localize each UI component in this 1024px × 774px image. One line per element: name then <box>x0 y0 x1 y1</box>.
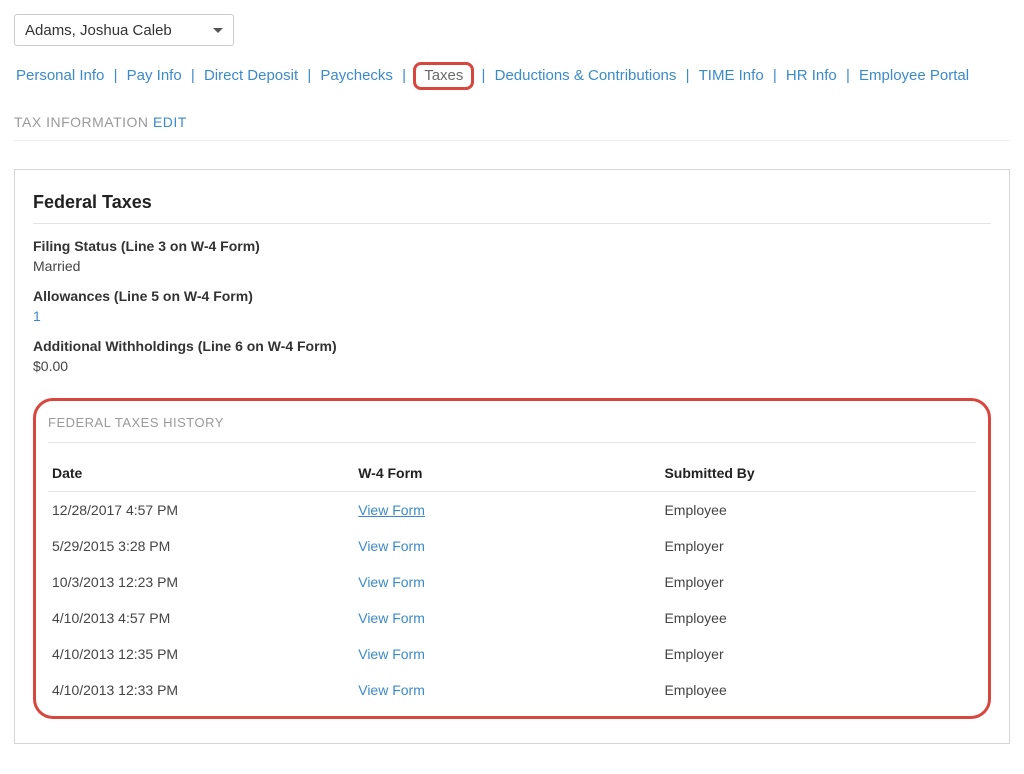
additional-withholdings-value: $0.00 <box>33 358 991 374</box>
table-row: 12/28/2017 4:57 PMView Form Employee <box>48 492 976 529</box>
tab-taxes[interactable]: Taxes <box>422 67 465 84</box>
section-title: TAX INFORMATION <box>14 114 149 130</box>
history-date: 5/29/2015 3:28 PM <box>48 528 354 564</box>
tab-employee-portal[interactable]: Employee Portal <box>857 67 971 84</box>
nav-separator: | <box>770 67 780 84</box>
allowances-block: Allowances (Line 5 on W-4 Form) 1 <box>33 288 991 324</box>
tab-deductions[interactable]: Deductions & Contributions <box>493 67 679 84</box>
tab-hr-info[interactable]: HR Info <box>784 67 839 84</box>
tab-time-info[interactable]: TIME Info <box>697 67 766 84</box>
history-date: 4/10/2013 12:33 PM <box>48 672 354 708</box>
tab-paychecks[interactable]: Paychecks <box>318 67 395 84</box>
filing-status-value: Married <box>33 258 991 274</box>
nav-separator: | <box>683 67 693 84</box>
table-row: 4/10/2013 12:33 PMView Form Employee <box>48 672 976 708</box>
history-date: 4/10/2013 4:57 PM <box>48 600 354 636</box>
history-col-date: Date <box>48 457 354 492</box>
view-form-link[interactable]: View Form <box>358 538 425 554</box>
view-form-link[interactable]: View Form <box>358 682 425 698</box>
history-col-form: W-4 Form <box>354 457 660 492</box>
section-header: TAX INFORMATION EDIT <box>14 114 1010 141</box>
panel-title: Federal Taxes <box>33 192 991 224</box>
history-title: FEDERAL TAXES HISTORY <box>48 415 976 443</box>
edit-link[interactable]: EDIT <box>153 114 187 130</box>
table-row: 4/10/2013 4:57 PMView Form Employee <box>48 600 976 636</box>
history-form-cell: View Form <box>354 528 660 564</box>
history-form-cell: View Form <box>354 600 660 636</box>
tab-taxes-highlight: Taxes <box>413 62 474 90</box>
history-form-cell: View Form <box>354 564 660 600</box>
history-submitted-by: Employee <box>660 600 976 636</box>
nav-separator: | <box>843 67 853 84</box>
employee-select-value: Adams, Joshua Caleb <box>25 22 172 39</box>
history-highlight: FEDERAL TAXES HISTORY Date W-4 Form Subm… <box>33 398 991 719</box>
nav-separator: | <box>111 67 121 84</box>
history-submitted-by: Employee <box>660 492 976 529</box>
history-form-cell: View Form <box>354 492 660 529</box>
history-form-cell: View Form <box>354 672 660 708</box>
allowances-value: 1 <box>33 308 991 324</box>
nav-separator: | <box>304 67 314 84</box>
filing-status-label: Filing Status (Line 3 on W-4 Form) <box>33 238 991 254</box>
allowances-label: Allowances (Line 5 on W-4 Form) <box>33 288 991 304</box>
filing-status-block: Filing Status (Line 3 on W-4 Form) Marri… <box>33 238 991 274</box>
employee-select[interactable]: Adams, Joshua Caleb <box>14 14 234 46</box>
view-form-link[interactable]: View Form <box>358 646 425 662</box>
table-row: 10/3/2013 12:23 PMView Form Employer <box>48 564 976 600</box>
history-form-cell: View Form <box>354 636 660 672</box>
additional-withholdings-block: Additional Withholdings (Line 6 on W-4 F… <box>33 338 991 374</box>
history-submitted-by: Employer <box>660 528 976 564</box>
table-row: 4/10/2013 12:35 PMView Form Employer <box>48 636 976 672</box>
history-submitted-by: Employee <box>660 672 976 708</box>
tab-nav: Personal Info | Pay Info | Direct Deposi… <box>14 62 1010 90</box>
history-date: 12/28/2017 4:57 PM <box>48 492 354 529</box>
history-date: 4/10/2013 12:35 PM <box>48 636 354 672</box>
nav-separator: | <box>479 67 489 84</box>
tab-direct-deposit[interactable]: Direct Deposit <box>202 67 300 84</box>
view-form-link[interactable]: View Form <box>358 574 425 590</box>
history-submitted-by: Employer <box>660 636 976 672</box>
federal-taxes-panel: Federal Taxes Filing Status (Line 3 on W… <box>14 169 1010 744</box>
nav-separator: | <box>188 67 198 84</box>
table-row: 5/29/2015 3:28 PMView Form Employer <box>48 528 976 564</box>
history-submitted-by: Employer <box>660 564 976 600</box>
view-form-link[interactable]: View Form <box>358 502 425 518</box>
tab-pay-info[interactable]: Pay Info <box>125 67 184 84</box>
history-date: 10/3/2013 12:23 PM <box>48 564 354 600</box>
chevron-down-icon <box>213 28 223 33</box>
history-col-submitted: Submitted By <box>660 457 976 492</box>
history-table: Date W-4 Form Submitted By 12/28/2017 4:… <box>48 457 976 708</box>
tab-personal-info[interactable]: Personal Info <box>14 67 106 84</box>
additional-withholdings-label: Additional Withholdings (Line 6 on W-4 F… <box>33 338 991 354</box>
view-form-link[interactable]: View Form <box>358 610 425 626</box>
nav-separator: | <box>399 67 409 84</box>
